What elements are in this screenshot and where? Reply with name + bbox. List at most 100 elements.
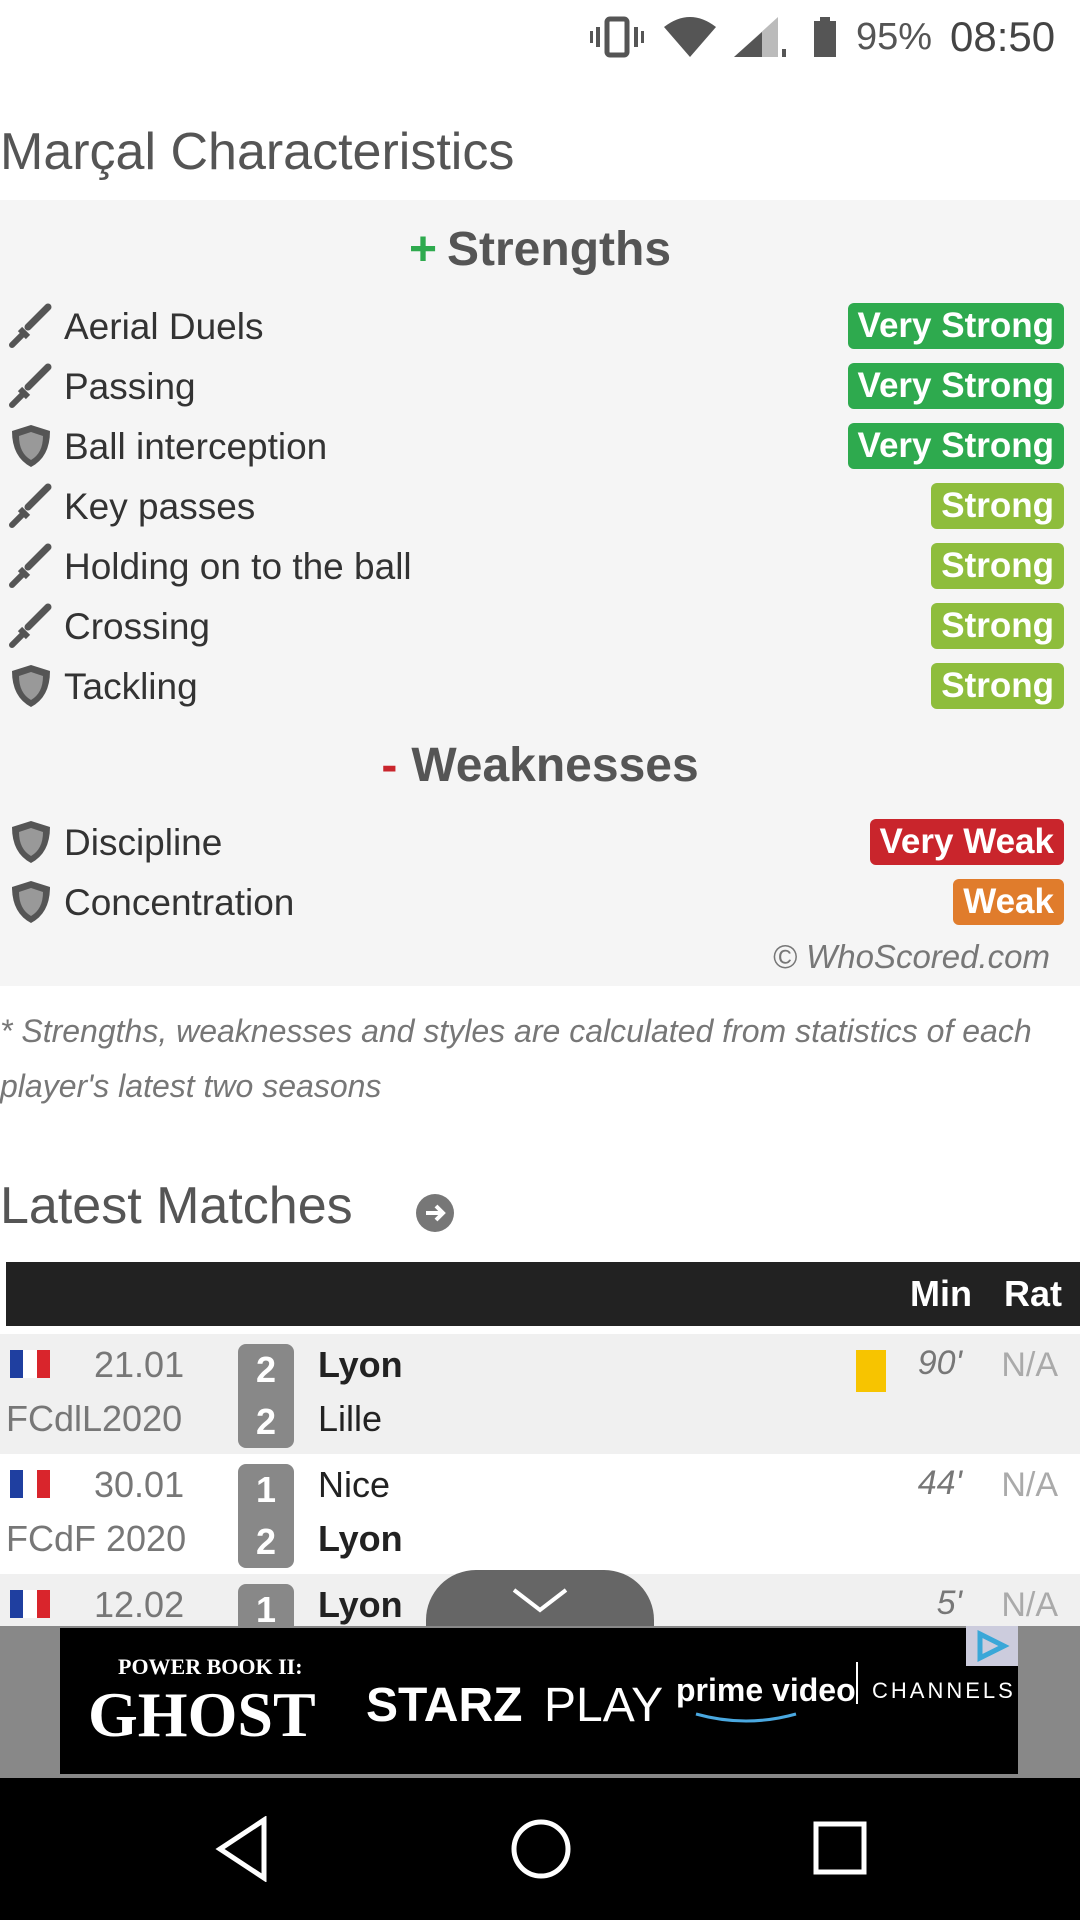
france-flag-icon bbox=[10, 1590, 50, 1618]
match-date: 21.01 bbox=[94, 1344, 185, 1385]
watermark: © WhoScored.com bbox=[772, 938, 1050, 975]
strengths-heading: + Strengths bbox=[0, 222, 1080, 277]
latest-matches-title[interactable]: Latest Matches bbox=[0, 1176, 353, 1236]
match-rating: N/A bbox=[1001, 1346, 1058, 1384]
france-flag-icon bbox=[10, 1350, 50, 1378]
ad-brand2-sub: PLAY bbox=[544, 1679, 664, 1732]
score-box[interactable]: 12 bbox=[238, 1464, 294, 1568]
ad-brand1-main: GHOST bbox=[88, 1679, 316, 1750]
characteristic-label: Aerial Duels bbox=[64, 306, 264, 347]
characteristic-label: Discipline bbox=[64, 822, 223, 863]
shield-icon bbox=[8, 819, 54, 865]
navigation-bar bbox=[0, 1778, 1080, 1920]
yellow-card-icon bbox=[856, 1350, 886, 1392]
ad-brand1-top: POWER BOOK II: bbox=[118, 1654, 303, 1679]
battery-percent: 95% bbox=[856, 15, 933, 58]
sword-icon bbox=[8, 363, 54, 409]
level-badge: Strong bbox=[931, 663, 1064, 709]
match-rating: N/A bbox=[1001, 1586, 1058, 1624]
ad-content[interactable]: POWER BOOK II: GHOST STARZ PLAY prime vi… bbox=[60, 1628, 1018, 1774]
strengths-heading-text: Strengths bbox=[447, 223, 672, 276]
characteristic-row-tackling: Tackling Strong bbox=[0, 657, 1080, 717]
characteristic-row-crossing: Crossing Strong bbox=[0, 597, 1080, 657]
arrow-right-icon[interactable] bbox=[416, 1194, 454, 1232]
matches-table-header: Min Rat bbox=[6, 1262, 1080, 1326]
characteristic-label: Passing bbox=[64, 366, 196, 407]
characteristic-row-discipline: Discipline Very Weak bbox=[0, 813, 1080, 873]
sword-icon bbox=[8, 483, 54, 529]
characteristic-row-passing: Passing Very Strong bbox=[0, 357, 1080, 417]
back-icon[interactable] bbox=[214, 1815, 270, 1887]
characteristic-row-holding-on-to-the-ball: Holding on to the ball Strong bbox=[0, 537, 1080, 597]
home-score: 1 bbox=[255, 1469, 277, 1510]
shield-icon bbox=[8, 879, 54, 925]
recents-icon[interactable] bbox=[812, 1820, 868, 1881]
level-badge: Strong bbox=[931, 483, 1064, 529]
france-flag-icon bbox=[10, 1470, 50, 1498]
minutes-played: 5' bbox=[936, 1584, 962, 1622]
match-row[interactable]: 21.01 FCdlL2020 2 2 Lyon Lille 90' N/A bbox=[0, 1334, 1080, 1454]
match-date: 12.02 bbox=[94, 1584, 185, 1625]
shield-icon bbox=[8, 423, 54, 469]
away-team[interactable]: Lyon bbox=[318, 1518, 403, 1560]
page-title: Marçal Characteristics bbox=[0, 123, 515, 181]
plus-sign: + bbox=[408, 223, 437, 276]
characteristic-label: Concentration bbox=[64, 882, 295, 923]
home-score: 2 bbox=[255, 1349, 277, 1390]
away-score: 2 bbox=[255, 1521, 277, 1562]
level-badge: Strong bbox=[931, 603, 1064, 649]
ad-brand3-sub: CHANNELS bbox=[872, 1678, 1016, 1703]
match-competition: FCdF 2020 bbox=[6, 1518, 187, 1559]
characteristic-row-key-passes: Key passes Strong bbox=[0, 477, 1080, 537]
home-team[interactable]: Nice bbox=[318, 1464, 390, 1506]
column-rating[interactable]: Rat bbox=[1004, 1262, 1062, 1326]
vibrate-icon bbox=[590, 12, 644, 62]
ad-brand2-main: STARZ bbox=[366, 1679, 523, 1732]
ad-brand3-main: prime video bbox=[676, 1672, 856, 1708]
cell-signal-icon bbox=[732, 12, 788, 62]
minutes-played: 90' bbox=[917, 1344, 962, 1382]
column-min[interactable]: Min bbox=[910, 1262, 972, 1326]
adchoices-icon[interactable] bbox=[966, 1626, 1018, 1666]
level-badge: Weak bbox=[953, 879, 1064, 925]
match-row[interactable]: 30.01 FCdF 2020 1 2 Nice Lyon 44' N/A bbox=[0, 1454, 1080, 1574]
characteristic-row-concentration: Concentration Weak bbox=[0, 873, 1080, 933]
score-box[interactable]: 22 bbox=[238, 1344, 294, 1448]
sword-icon bbox=[8, 303, 54, 349]
level-badge: Very Strong bbox=[847, 303, 1064, 349]
match-rating: N/A bbox=[1001, 1466, 1058, 1504]
home-team[interactable]: Lyon bbox=[318, 1584, 403, 1626]
home-icon[interactable] bbox=[510, 1818, 572, 1885]
weaknesses-heading: - Weaknesses bbox=[0, 738, 1080, 793]
minus-sign: - bbox=[381, 739, 398, 792]
sword-icon bbox=[8, 603, 54, 649]
away-score: 2 bbox=[255, 1401, 277, 1442]
characteristic-label: Holding on to the ball bbox=[64, 546, 412, 587]
footnote: * Strengths, weaknesses and styles are c… bbox=[0, 1013, 1032, 1104]
sword-icon bbox=[8, 543, 54, 589]
characteristic-label: Key passes bbox=[64, 486, 256, 527]
level-badge: Very Strong bbox=[847, 423, 1064, 469]
shield-icon bbox=[8, 663, 54, 709]
characteristic-label: Crossing bbox=[64, 606, 210, 647]
prime-smile-icon bbox=[666, 1710, 826, 1723]
characteristic-label: Ball interception bbox=[64, 426, 328, 467]
match-competition: FCdlL2020 bbox=[6, 1398, 183, 1439]
characteristics-panel: + Strengths Aerial Duels Very Strong Passin… bbox=[0, 200, 1080, 986]
level-badge: Strong bbox=[931, 543, 1064, 589]
level-badge: Very Strong bbox=[847, 363, 1064, 409]
match-date: 30.01 bbox=[94, 1464, 185, 1505]
clock: 08:50 bbox=[950, 13, 1056, 60]
battery-icon bbox=[812, 12, 838, 62]
wifi-icon bbox=[662, 12, 718, 62]
ad-divider bbox=[856, 1662, 858, 1704]
minutes-played: 44' bbox=[917, 1464, 962, 1502]
home-team[interactable]: Lyon bbox=[318, 1344, 403, 1386]
level-badge: Very Weak bbox=[869, 819, 1064, 865]
ad-banner[interactable]: POWER BOOK II: GHOST STARZ PLAY prime vi… bbox=[0, 1626, 1080, 1778]
away-team[interactable]: Lille bbox=[318, 1398, 382, 1440]
characteristic-row-ball-interception: Ball interception Very Strong bbox=[0, 417, 1080, 477]
characteristic-row-aerial-duels: Aerial Duels Very Strong bbox=[0, 297, 1080, 357]
weaknesses-heading-text: Weaknesses bbox=[411, 739, 699, 792]
characteristic-label: Tackling bbox=[64, 666, 198, 707]
